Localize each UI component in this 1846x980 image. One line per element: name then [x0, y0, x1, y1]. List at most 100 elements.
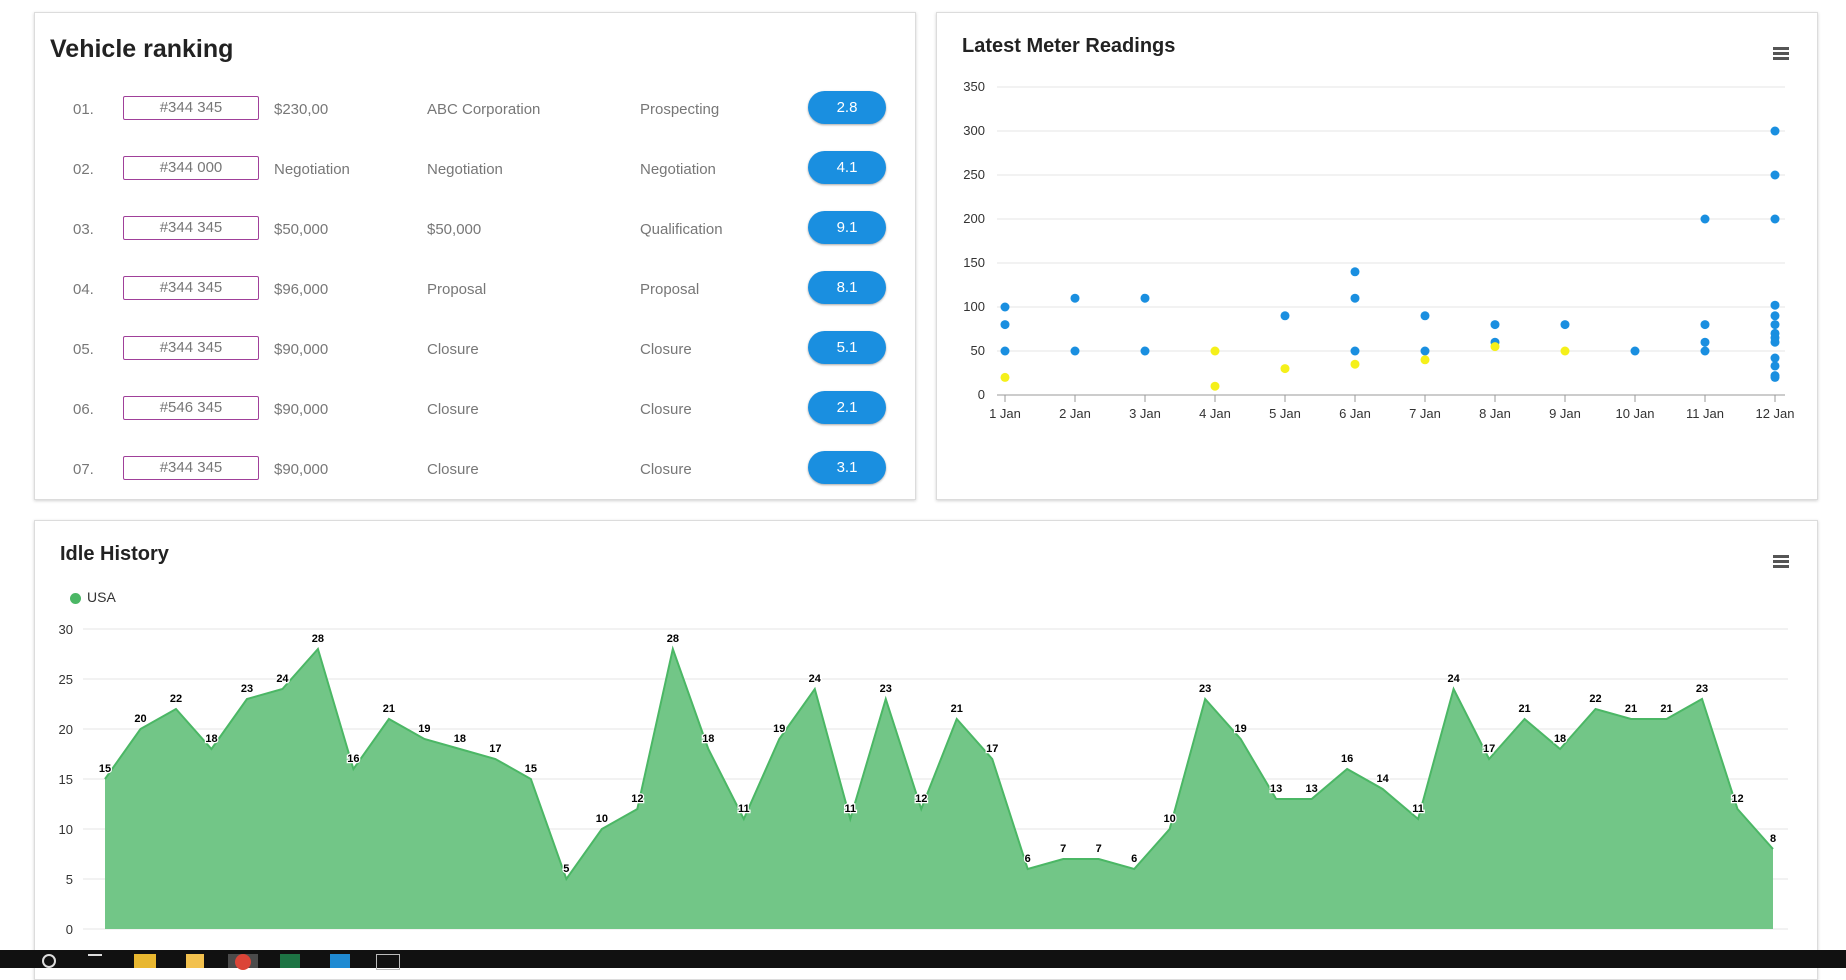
meter-readings-panel: Latest Meter Readings 0 50 100 150 200 250 300…	[936, 12, 1818, 500]
x-tick-label: 5 Jan	[1269, 406, 1301, 421]
x-tick-label: 10 Jan	[1615, 406, 1654, 421]
data-label: 22	[170, 693, 182, 705]
score-badge[interactable]: 9.1	[808, 211, 886, 244]
data-point	[1210, 346, 1220, 356]
idle-history-chart: 0 5 10 15 20 25 30 15 20 22 18 23 24 28 16 21 19 18 17 15 5 1…	[59, 622, 1788, 937]
data-label: 11	[844, 803, 856, 815]
meter-menu-icon[interactable]	[1773, 47, 1789, 60]
data-point	[1700, 337, 1710, 347]
data-point	[1700, 346, 1710, 356]
x-tick-label: 6 Jan	[1339, 406, 1371, 421]
y-tick-label: 0	[978, 387, 985, 402]
score-badge[interactable]: 4.1	[808, 151, 886, 184]
ranking-company: Closure	[427, 401, 479, 418]
vehicle-id-tag[interactable]: #344 345	[123, 336, 259, 360]
folder-icon[interactable]	[134, 954, 156, 968]
data-point	[1420, 355, 1430, 365]
ranking-stage: Qualification	[640, 221, 723, 238]
data-label: 18	[1554, 733, 1566, 745]
data-point	[1000, 302, 1010, 312]
data-point	[1770, 170, 1780, 180]
rank-number: 05.	[73, 341, 94, 358]
ranking-stage: Proposal	[640, 281, 700, 298]
x-tick-label: 9 Jan	[1549, 406, 1581, 421]
y-tick-label: 0	[66, 922, 73, 937]
y-tick-label: 10	[59, 822, 73, 837]
data-point	[1000, 320, 1010, 330]
data-label: 11	[1412, 803, 1424, 815]
vehicle-id-tag[interactable]: #546 345	[123, 396, 259, 420]
vehicle-ranking-row[interactable]: 02. #344 000 Negotiation Negotiation Negotia…	[35, 149, 915, 189]
ranking-stage: Closure	[640, 401, 692, 418]
data-label: 23	[1696, 683, 1708, 695]
data-point	[1350, 359, 1360, 369]
y-tick-label: 15	[59, 772, 73, 787]
y-tick-label: 350	[963, 79, 985, 94]
vehicle-ranking-row[interactable]: 04. #344 345 $96,000 Proposal Proposal 8.1	[35, 269, 915, 309]
score-badge[interactable]: 5.1	[808, 331, 886, 364]
chrome-icon[interactable]	[228, 954, 258, 970]
score-badge[interactable]: 2.1	[808, 391, 886, 424]
data-point	[1070, 293, 1080, 303]
idle-history-panel: Idle History USA 0 5 10 15 20 25 30 15 20 22 18 23 2…	[34, 520, 1818, 980]
vehicle-ranking-row[interactable]: 01. #344 345 $230,00 ABC Corporation Prospec…	[35, 89, 915, 129]
data-label: 11	[738, 803, 750, 815]
y-tick-label: 30	[59, 622, 73, 637]
y-tick-label: 150	[963, 255, 985, 270]
data-point	[1770, 320, 1780, 330]
rank-number: 06.	[73, 401, 94, 418]
data-label: 15	[525, 763, 537, 775]
score-badge[interactable]: 2.8	[808, 91, 886, 124]
data-label: 13	[1270, 783, 1282, 795]
vehicle-ranking-row[interactable]: 05. #344 345 $90,000 Closure Closure 5.1	[35, 329, 915, 369]
ranking-value: $50,000	[274, 221, 329, 238]
search-icon[interactable]	[42, 954, 56, 968]
data-point	[1420, 346, 1430, 356]
data-label: 23	[880, 683, 892, 695]
ranking-company: Proposal	[427, 281, 487, 298]
score-badge[interactable]: 3.1	[808, 451, 886, 484]
vehicle-id-tag[interactable]: #344 345	[123, 456, 259, 480]
ranking-stage: Closure	[640, 461, 692, 478]
vehicle-ranking-title: Vehicle ranking	[50, 35, 234, 63]
vscode-icon[interactable]	[330, 954, 350, 968]
ranking-company: Closure	[427, 341, 479, 358]
data-point	[1770, 337, 1780, 347]
data-label: 12	[915, 793, 927, 805]
ranking-value: $90,000	[274, 401, 329, 418]
idle-menu-icon[interactable]	[1773, 555, 1789, 568]
data-point	[1700, 214, 1710, 224]
vehicle-id-tag[interactable]: #344 345	[123, 96, 259, 120]
data-label: 23	[1199, 683, 1211, 695]
data-label: 22	[1589, 693, 1601, 705]
data-label: 16	[347, 753, 359, 765]
data-label: 15	[99, 763, 111, 775]
data-label: 21	[383, 703, 395, 715]
data-label: 19	[773, 723, 785, 735]
data-point	[1770, 353, 1780, 363]
data-label: 6	[1025, 853, 1031, 865]
data-point	[1770, 361, 1780, 371]
data-label: 18	[454, 733, 466, 745]
data-label: 20	[134, 713, 146, 725]
vehicle-ranking-row[interactable]: 03. #344 345 $50,000 $50,000 Qualification 9.…	[35, 209, 915, 249]
data-point	[1280, 311, 1290, 321]
vehicle-id-tag[interactable]: #344 345	[123, 216, 259, 240]
rank-number: 03.	[73, 221, 94, 238]
score-badge[interactable]: 8.1	[808, 271, 886, 304]
data-label: 8	[1770, 833, 1776, 845]
data-label: 13	[1306, 783, 1318, 795]
store-icon[interactable]	[186, 954, 204, 968]
vehicle-id-tag[interactable]: #344 345	[123, 276, 259, 300]
vehicle-ranking-row[interactable]: 06. #546 345 $90,000 Closure Closure 2.1	[35, 389, 915, 429]
ranking-stage: Closure	[640, 341, 692, 358]
data-label: 23	[241, 683, 253, 695]
data-label: 21	[1625, 703, 1637, 715]
x-tick-label: 2 Jan	[1059, 406, 1091, 421]
vehicle-ranking-row[interactable]: 07. #344 345 $90,000 Closure Closure 3.1	[35, 449, 915, 489]
vehicle-id-tag[interactable]: #344 000	[123, 156, 259, 180]
ranking-stage: Negotiation	[640, 161, 716, 178]
excel-icon[interactable]	[280, 954, 300, 968]
legend-usa[interactable]: USA	[70, 589, 116, 605]
data-label: 18	[205, 733, 217, 745]
